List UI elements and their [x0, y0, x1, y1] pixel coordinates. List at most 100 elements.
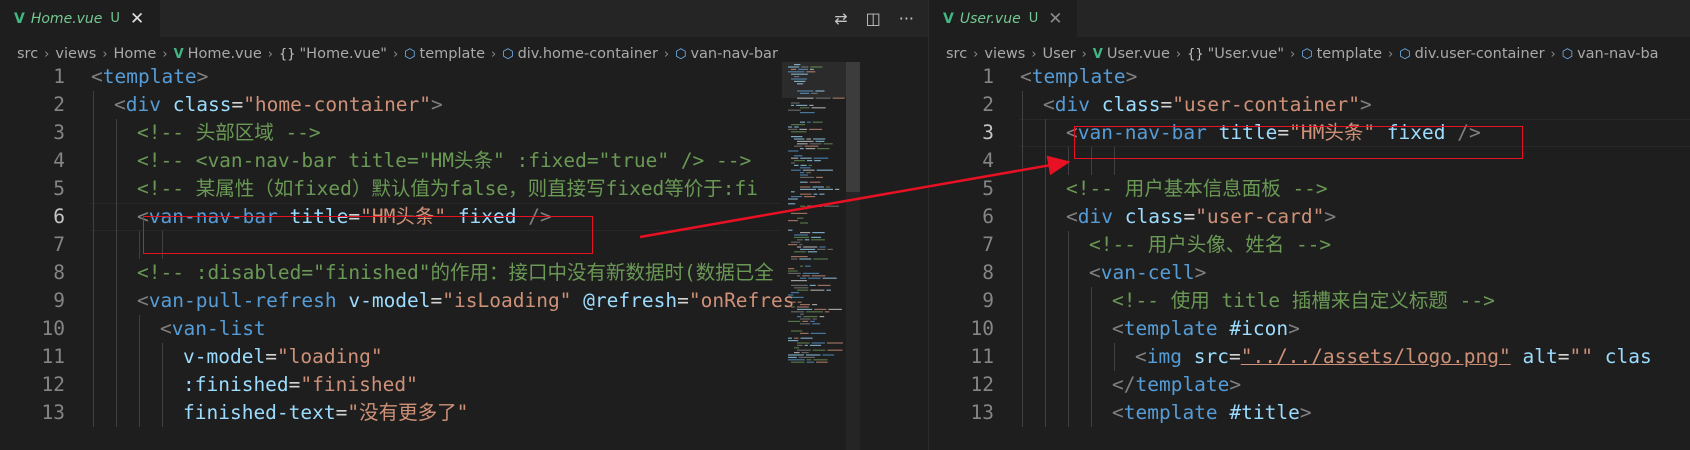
minimap-line — [794, 145, 803, 147]
breadcrumb-item[interactable]: ⬡ template — [1301, 46, 1382, 62]
minimap-line — [810, 289, 825, 291]
code-editor[interactable]: 1 <template> 2 <div class="user-container">… — [929, 62, 1690, 450]
minimap-line — [788, 294, 794, 296]
scrollbar-thumb[interactable] — [846, 62, 860, 192]
code-line: 6 <div class="user-card"> — [929, 203, 1690, 231]
breadcrumb-item[interactable]: {} "Home.vue" — [279, 46, 387, 62]
minimap-line — [800, 157, 812, 159]
line-number: 11 — [41, 345, 65, 368]
code-token: van-pull-refresh — [148, 289, 337, 312]
minimap-line — [791, 169, 801, 171]
minimap-line — [791, 131, 807, 133]
code-token: "user-container" — [1172, 93, 1361, 116]
minimap-line — [800, 232, 811, 234]
minimap-line — [811, 275, 826, 277]
code-token: img — [1146, 345, 1182, 368]
line-number: 3 — [53, 121, 65, 144]
code-token: class — [1124, 205, 1184, 228]
breadcrumb-item[interactable]: ⬡ van-nav-bar — [675, 46, 778, 62]
breadcrumb-item[interactable]: ⬡ template — [404, 46, 485, 62]
code-token: < — [1066, 205, 1078, 228]
breadcrumb-label: "Home.vue" — [299, 46, 387, 62]
breadcrumb-item[interactable]: src — [946, 46, 967, 62]
minimap-line — [806, 311, 823, 313]
more-actions-icon[interactable]: ··· — [899, 9, 914, 28]
code-text: v-model="loading" — [183, 343, 383, 371]
split-editor-icon[interactable]: ◫ — [866, 9, 881, 28]
minimap-line — [809, 284, 816, 286]
minimap-line — [799, 258, 812, 260]
minimap-line — [797, 246, 802, 248]
minimap-line — [800, 167, 811, 169]
breadcrumb-item[interactable]: User — [1043, 46, 1076, 62]
code-token: class — [1101, 93, 1161, 116]
minimap[interactable] — [782, 62, 850, 450]
code-token: > — [196, 65, 209, 88]
line-number: 1 — [53, 65, 65, 88]
vue-file-icon: V — [14, 10, 25, 27]
tab-title: User.vue — [959, 10, 1021, 27]
breadcrumb-label: views — [55, 46, 97, 62]
code-token: template — [1123, 401, 1218, 424]
minimap-line — [804, 344, 808, 346]
breadcrumb-item[interactable]: views — [984, 46, 1025, 62]
breadcrumb-item[interactable]: V Home.vue — [174, 46, 262, 62]
minimap-line — [791, 124, 806, 126]
close-icon[interactable]: ✕ — [1048, 9, 1062, 29]
minimap-line — [812, 186, 824, 188]
minimap-line — [788, 356, 797, 358]
line-number: 12 — [970, 373, 994, 396]
minimap-line — [788, 354, 804, 356]
minimap-line — [822, 354, 835, 356]
minimap-line — [800, 205, 806, 207]
breadcrumb-item[interactable]: ⬡ div.home-container — [502, 46, 658, 62]
code-text: <template> — [1020, 63, 1137, 91]
minimap-line — [788, 301, 796, 303]
code-token: < — [91, 65, 103, 88]
tab-user-vue[interactable]: V User.vue U ✕ — [929, 0, 1077, 37]
code-token: <!-- 用户头像、姓名 --> — [1089, 233, 1332, 256]
code-token: < — [1135, 345, 1147, 368]
compare-changes-icon[interactable]: ⇄ — [834, 9, 847, 28]
minimap-line — [791, 102, 800, 104]
code-token: > — [1229, 373, 1242, 396]
line-number: 2 — [982, 93, 994, 116]
breadcrumb-item[interactable]: ⬡ div.user-container — [1399, 46, 1544, 62]
minimap-line — [791, 280, 807, 282]
minimap-line — [811, 236, 822, 238]
code-token: > — [1324, 205, 1337, 228]
minimap-line — [804, 239, 810, 241]
line-number: 4 — [982, 149, 994, 172]
minimap-line — [806, 361, 815, 363]
code-token: <!-- 使用 title 插槽来自定义标题 --> — [1112, 289, 1495, 312]
code-token: = — [335, 401, 348, 424]
right-editor-pane[interactable]: V User.vue U ✕ src › views › User › V User.vue ›… — [928, 0, 1690, 450]
code-token: template — [102, 65, 197, 88]
minimap-line — [805, 148, 816, 150]
code-token: > — [1125, 65, 1138, 88]
breadcrumb-item[interactable]: V User.vue — [1093, 46, 1170, 62]
minimap-line — [800, 337, 813, 339]
minimap-line — [797, 275, 801, 277]
tab-home-vue[interactable]: V Home.vue U ✕ — [0, 0, 160, 37]
minimap-line — [791, 258, 798, 260]
code-token: "isLoading" — [442, 289, 572, 312]
minimap-line — [809, 128, 823, 130]
minimap-line — [801, 352, 809, 354]
code-token: #title — [1229, 401, 1300, 424]
minimap-line — [797, 342, 810, 344]
breadcrumb-item[interactable]: src — [17, 46, 38, 62]
code-text: <!-- :disabled="finished"的作用：接口中没有新数据时(数… — [137, 259, 774, 287]
close-icon[interactable]: ✕ — [130, 9, 144, 29]
code-line: 8 <van-cell> — [929, 259, 1690, 287]
code-token: v-model — [348, 289, 431, 312]
minimap-line — [809, 143, 822, 145]
breadcrumb-item[interactable]: views — [55, 46, 96, 62]
breadcrumb-item[interactable]: ⬡ van-nav-ba — [1562, 46, 1659, 62]
minimap-line — [791, 311, 805, 313]
vertical-scrollbar[interactable] — [846, 62, 860, 450]
minimap-line — [806, 172, 812, 174]
breadcrumb-item[interactable]: {} "User.vue" — [1187, 46, 1284, 62]
breadcrumb-item[interactable]: Home — [114, 46, 157, 62]
